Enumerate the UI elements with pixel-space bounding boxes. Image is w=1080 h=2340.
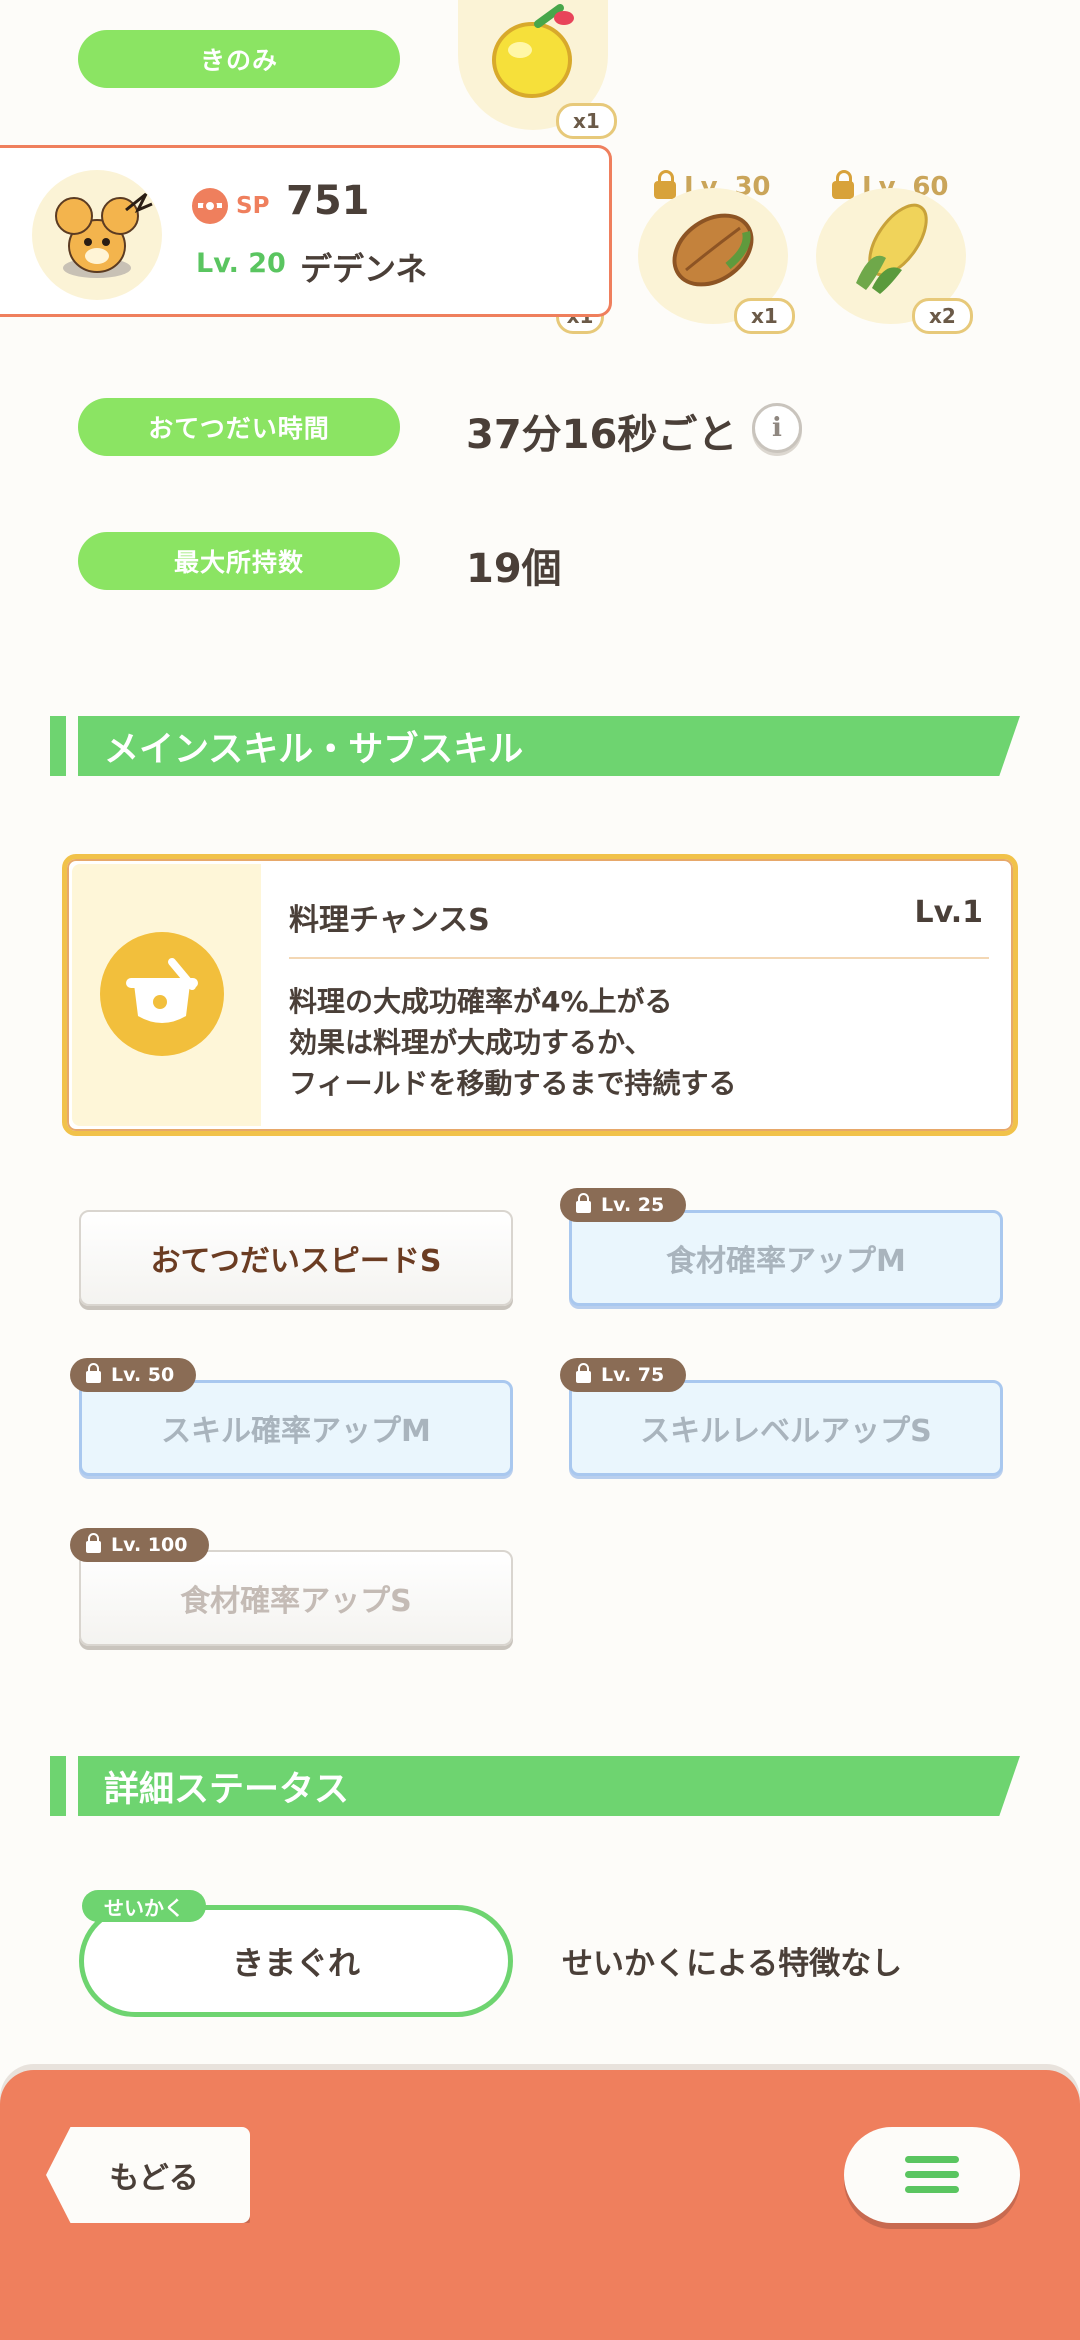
main-skill-description: 料理の大成功確率が4%上がる 効果は料理が大成功するか、 フィールドを移動するま…: [289, 985, 737, 1100]
dedenne-icon: [55, 192, 153, 278]
menu-button[interactable]: [844, 2127, 1020, 2223]
cooking-pot-icon: [100, 932, 224, 1056]
sub-skill-3-name: スキル確率アップM: [161, 1414, 431, 1449]
max-carry-label: 最大所持数: [78, 532, 400, 590]
sub-skill-4-name: スキルレベルアップS: [640, 1414, 932, 1449]
hamburger-icon: [905, 2156, 959, 2194]
sp-value: 751: [286, 178, 370, 224]
nature-value: きまぐれ: [231, 1944, 360, 1982]
nature-tag: せいかく: [82, 1890, 206, 1922]
sub-skill-1-name: おてつだいスピードS: [150, 1244, 442, 1279]
sub-skill-2[interactable]: 食材確率アップM: [569, 1210, 1003, 1306]
info-icon[interactable]: i: [752, 403, 802, 453]
main-skill-name: 料理チャンスS: [289, 903, 490, 938]
lock-icon: [86, 1363, 101, 1383]
ingredients-label: きのみ: [78, 30, 400, 88]
ingredient-2-qty: x1: [734, 298, 795, 334]
main-skill-level: Lv.1: [914, 895, 984, 930]
lock-icon: [576, 1363, 591, 1383]
lock-icon: [86, 1533, 101, 1553]
help-time-value: 37分16秒ごと: [466, 412, 738, 458]
details-section-title: 詳細ステータス: [78, 1756, 1020, 1816]
skills-section-title: メインスキル・サブスキル: [78, 716, 1020, 776]
sub-skill-5[interactable]: 食材確率アップS: [79, 1550, 513, 1646]
sp-label: SP: [236, 193, 270, 219]
pokemon-card[interactable]: SP 751 Lv. 20 デデンネ: [0, 145, 612, 317]
skills-section-header: メインスキル・サブスキル: [50, 716, 1020, 776]
sub-skill-4-unlock-tag: Lv. 75: [560, 1358, 687, 1392]
sub-skill-5-unlock-tag: Lv. 100: [70, 1528, 210, 1562]
ingredient-1-qty: x1: [556, 103, 617, 139]
pokemon-name: デデンネ: [300, 250, 428, 288]
back-button[interactable]: もどる: [46, 2127, 250, 2223]
ingredient-3-qty: x2: [912, 298, 973, 334]
sub-skill-2-unlock-tag: Lv. 25: [560, 1188, 687, 1222]
divider: [289, 957, 989, 959]
lock-icon: [576, 1193, 591, 1213]
back-button-label: もどる: [109, 2161, 199, 2196]
sub-skill-2-name: 食材確率アップM: [666, 1244, 906, 1279]
sub-skill-1[interactable]: おてつだいスピードS: [79, 1210, 513, 1306]
pokemon-level: Lv. 20: [196, 248, 286, 279]
sub-skill-3-unlock-tag: Lv. 50: [70, 1358, 197, 1392]
pokemon-avatar: [32, 170, 162, 300]
sub-skill-4[interactable]: スキルレベルアップS: [569, 1380, 1003, 1476]
details-section-header: 詳細ステータス: [50, 1756, 1020, 1816]
max-carry-value: 19個: [466, 546, 562, 592]
sub-skill-3[interactable]: スキル確率アップM: [79, 1380, 513, 1476]
sub-skill-5-name: 食材確率アップS: [180, 1584, 412, 1619]
nature-effect: せいかくによる特徴なし: [562, 1946, 903, 1982]
sp-icon: [192, 188, 228, 224]
help-time-label: おてつだい時間: [78, 398, 400, 456]
